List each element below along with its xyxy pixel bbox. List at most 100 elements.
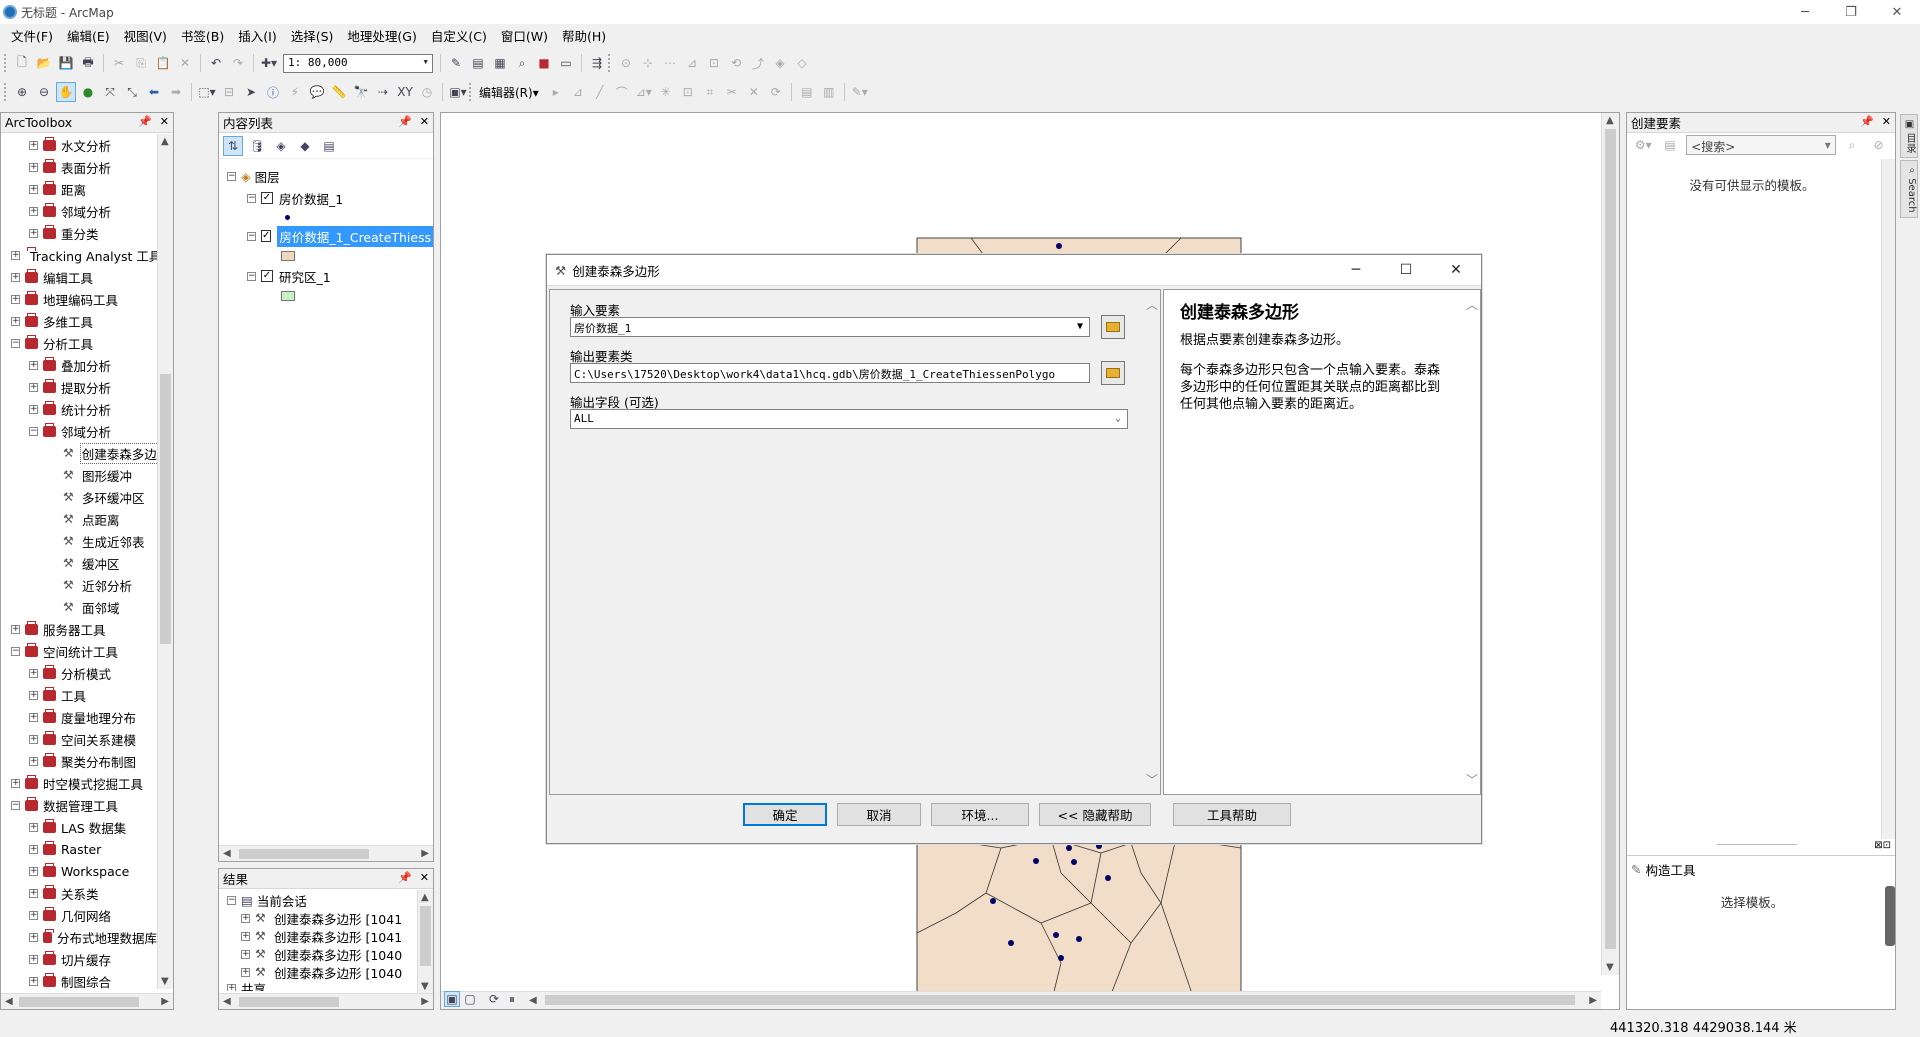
toolset-item[interactable]: + 提取分析 [1, 376, 157, 398]
map-horizontal-scrollbar[interactable]: ▣ ▢ ⟳ ⏸ ◀ ▶ [441, 991, 1601, 1009]
list-by-visibility-icon[interactable]: ◈ [271, 136, 291, 156]
input-features-dropdown[interactable]: 房价数据_1 ▼ [570, 317, 1090, 337]
layer-visibility-checkbox[interactable]: ✓ [261, 192, 273, 204]
print-icon[interactable]: 🖶 [78, 53, 98, 73]
clear-search-icon[interactable]: ⊘ [1869, 135, 1888, 155]
result-item[interactable]: + ⚒ 创建泰森多边形 [1041 [227, 927, 413, 945]
layer-symbol[interactable] [227, 209, 427, 225]
organize-templates-icon[interactable]: ⚙▾ [1634, 135, 1653, 155]
python-window-icon[interactable]: ▭ [556, 53, 576, 73]
close-panel-icon[interactable]: ✕ [1882, 115, 1891, 128]
scroll-up-icon[interactable]: ︿ [1146, 296, 1158, 313]
cut-icon[interactable]: ✂ [109, 53, 129, 73]
pause-drawing-icon[interactable]: ⏸ [504, 991, 520, 1007]
expand-icon[interactable]: + [29, 888, 38, 898]
scroll-left-icon[interactable]: ◀ [529, 995, 537, 1006]
layout-view-icon[interactable]: ▢ [462, 991, 478, 1007]
menu-selection[interactable]: 选择(S) [284, 26, 341, 45]
scroll-right-icon[interactable]: ▶ [421, 848, 429, 859]
minimize-button[interactable]: ─ [1782, 0, 1828, 24]
toolset-item[interactable]: + 表面分析 [1, 156, 157, 178]
expand-icon[interactable]: + [241, 913, 250, 923]
collapse-icon[interactable]: − [11, 646, 20, 656]
menu-help[interactable]: 帮助(H) [555, 26, 613, 45]
menu-geoprocessing[interactable]: 地理处理(G) [340, 26, 423, 45]
collapse-icon[interactable]: − [11, 800, 20, 810]
toolset-item[interactable]: + 多维工具 [1, 310, 157, 332]
redo-icon[interactable]: ↷ [228, 53, 248, 73]
topology-icon[interactable]: ◈ [770, 53, 790, 73]
tool-item[interactable]: ⚒ 生成近邻表 [1, 530, 157, 552]
toolset-item[interactable]: + 地理编码工具 [1, 288, 157, 310]
zoom-in-icon[interactable]: ⊕ [12, 82, 32, 102]
pan-icon[interactable]: ✋ [56, 82, 76, 102]
fixed-zoom-in-icon[interactable]: ⤧ [100, 82, 120, 102]
scroll-left-icon[interactable]: ◀ [5, 996, 13, 1007]
parameters-scrollbar[interactable]: ︿ ﹀ [1143, 290, 1160, 794]
toolset-item[interactable]: − 分析工具 [1, 332, 157, 354]
options-icon[interactable]: ▤ [319, 136, 339, 156]
zoom-out-icon[interactable]: ⊖ [34, 82, 54, 102]
toolbar-grip[interactable] [4, 54, 7, 72]
toolset-item[interactable]: + 叠加分析 [1, 354, 157, 376]
maximize-button[interactable]: ❐ [1828, 0, 1874, 24]
toolset-item[interactable]: + 统计分析 [1, 398, 157, 420]
toolbar-grip[interactable] [469, 83, 472, 101]
clear-selection-icon[interactable]: ⊟ [219, 82, 239, 102]
output-feature-class-input[interactable]: C:\Users\17520\Desktop\work4\data1\hcq.g… [570, 363, 1090, 383]
toolbox-vertical-scrollbar[interactable]: ▲ ▼ [157, 134, 173, 989]
data-view-icon[interactable]: ▣ [444, 991, 460, 1007]
layer-visibility-checkbox[interactable]: ✓ [261, 230, 272, 242]
menu-insert[interactable]: 插入(I) [231, 26, 283, 45]
split-icon[interactable]: ✕ [744, 82, 764, 102]
layer-name[interactable]: 研究区_1 [279, 267, 331, 286]
expand-icon[interactable]: + [241, 967, 250, 977]
find-icon[interactable]: 🔭 [351, 82, 371, 102]
expand-icon[interactable]: + [29, 932, 38, 942]
attributes-icon[interactable]: ▤ [797, 82, 817, 102]
pin-icon[interactable]: 📌 [398, 871, 412, 884]
list-by-drawing-order-icon[interactable]: ⇅ [223, 135, 243, 156]
scroll-left-icon[interactable]: ◀ [223, 996, 231, 1007]
toolset-item[interactable]: + 服务器工具 [1, 618, 157, 640]
splitter-buttons-icon[interactable]: ⊠⊡ [1874, 840, 1891, 851]
toolset-item[interactable]: + 空间关系建模 [1, 728, 157, 750]
toolset-item[interactable]: + 度量地理分布 [1, 706, 157, 728]
results-vertical-scrollbar[interactable]: ▲ ▼ [417, 890, 433, 994]
expand-icon[interactable]: + [241, 949, 250, 959]
environments-button[interactable]: 环境... [931, 803, 1029, 826]
expand-icon[interactable]: + [29, 910, 38, 920]
layer-visibility-checkbox[interactable]: ✓ [261, 270, 273, 282]
create-features-icon[interactable]: ✎▾ [850, 82, 870, 102]
collapse-icon[interactable]: − [247, 193, 256, 203]
template-search-input[interactable]: <搜索> [1686, 135, 1836, 155]
toolbar-grip[interactable] [4, 83, 7, 101]
scrollbar-thumb[interactable] [239, 849, 369, 859]
collapse-icon[interactable]: − [29, 426, 38, 436]
close-panel-icon[interactable]: ✕ [160, 115, 169, 128]
pin-icon[interactable]: 📌 [398, 115, 412, 128]
toolset-item[interactable]: + 几何网络 [1, 904, 157, 926]
tool-item[interactable]: ⚒ 图形缓冲 [1, 464, 157, 486]
georef-icon[interactable]: ⊡ [704, 53, 724, 73]
time-slider-icon[interactable]: ◷ [417, 82, 437, 102]
dialog-title-bar[interactable]: ⚒ 创建泰森多边形 ─ ☐ ✕ [547, 255, 1481, 286]
html-popup-icon[interactable]: 💬 [307, 82, 327, 102]
create-viewer-icon[interactable]: ▣▾ [448, 82, 468, 102]
expand-icon[interactable]: + [11, 778, 20, 788]
pin-icon[interactable]: 📌 [138, 115, 152, 128]
layer-item[interactable]: − ✓ 房价数据_1_CreateThiess [227, 225, 434, 247]
expand-icon[interactable]: + [11, 272, 20, 282]
menu-edit[interactable]: 编辑(E) [60, 26, 117, 45]
side-scroll-handle[interactable] [1885, 886, 1895, 946]
expand-icon[interactable]: + [227, 983, 236, 991]
expand-icon[interactable]: + [29, 206, 38, 216]
contents-horizontal-scrollbar[interactable]: ◀ ▶ [219, 845, 433, 861]
splitter[interactable] [1717, 844, 1797, 845]
toolset-item[interactable]: + 时空模式挖掘工具 [1, 772, 157, 794]
expand-icon[interactable]: + [29, 712, 38, 722]
tool-item[interactable]: ⚒ 创建泰森多边形 [1, 442, 157, 464]
rotate-tool-icon[interactable]: ⟳ [766, 82, 786, 102]
toolset-item[interactable]: − 数据管理工具 [1, 794, 157, 816]
undo-icon[interactable]: ↶ [206, 53, 226, 73]
